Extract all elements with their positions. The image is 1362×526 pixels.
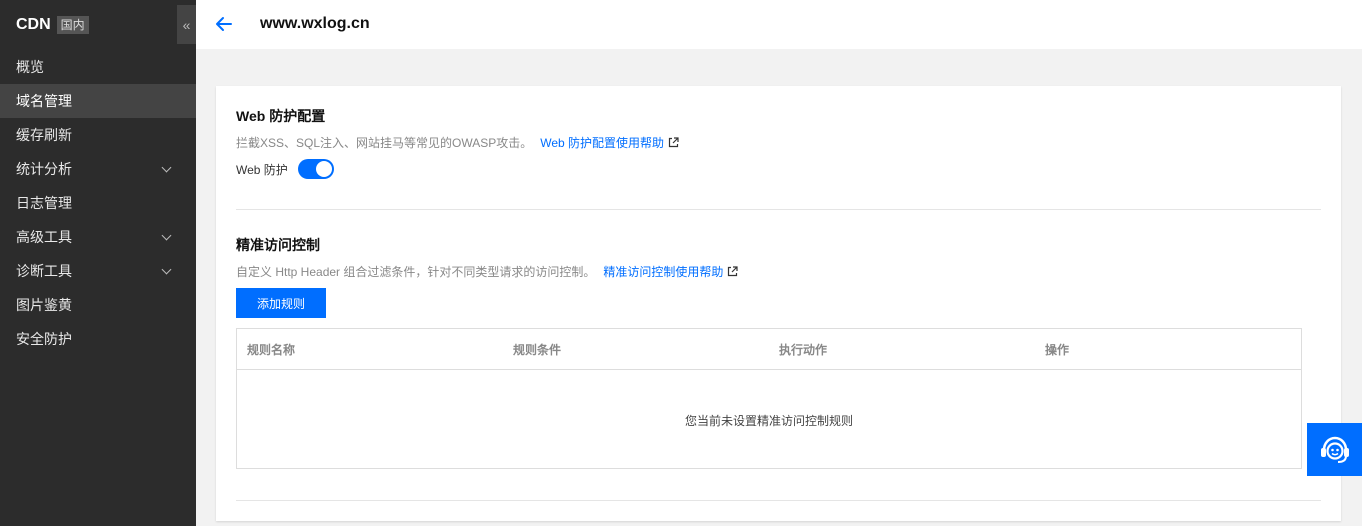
back-arrow-icon[interactable]: [214, 14, 234, 34]
web-protection-help-link[interactable]: Web 防护配置使用帮助: [540, 134, 664, 151]
external-link-icon[interactable]: [668, 137, 679, 148]
column-header-operation: 操作: [1045, 342, 1070, 357]
sidebar-item-label: 缓存刷新: [16, 127, 72, 143]
product-title: CDN: [16, 16, 51, 33]
sidebar-header: CDN 国内 «: [0, 0, 196, 50]
sidebar-item-label: 域名管理: [16, 93, 72, 109]
top-bar: www.wxlog.cn: [196, 0, 1362, 49]
table-header: 规则名称 规则条件 执行动作 操作: [237, 329, 1301, 370]
chevron-down-icon: [161, 264, 172, 274]
bottom-divider: [236, 500, 1321, 501]
sidebar-item-logs[interactable]: 日志管理: [0, 186, 196, 220]
toggle-knob: [315, 161, 332, 177]
settings-card: Web 防护配置 拦截XSS、SQL注入、网站挂马等常见的OWASP攻击。 We…: [216, 86, 1341, 521]
sidebar-item-cache-refresh[interactable]: 缓存刷新: [0, 118, 196, 152]
web-protection-toggle-label: Web 防护: [236, 162, 288, 177]
description-text: 自定义 Http Header 组合过滤条件，针对不同类型请求的访问控制。: [236, 265, 596, 279]
column-header-rule-condition: 规则条件: [513, 342, 562, 357]
web-protection-title: Web 防护配置: [236, 108, 326, 124]
add-rule-button[interactable]: 添加规则: [236, 288, 326, 318]
sidebar-item-security[interactable]: 安全防护: [0, 322, 196, 356]
sidebar-item-label: 统计分析: [16, 161, 72, 177]
sidebar-item-label: 诊断工具: [16, 263, 72, 279]
access-control-title: 精准访问控制: [236, 237, 320, 253]
sidebar-item-overview[interactable]: 概览: [0, 50, 196, 84]
column-header-rule-name: 规则名称: [247, 342, 296, 357]
empty-state-text: 您当前未设置精准访问控制规则: [684, 414, 853, 428]
web-protection-toggle-row: Web 防护: [236, 159, 334, 179]
access-control-description: 自定义 Http Header 组合过滤条件，针对不同类型请求的访问控制。 精准…: [236, 263, 738, 280]
chevron-down-icon: [161, 230, 172, 240]
sidebar-item-label: 概览: [16, 59, 44, 75]
customer-service-icon: [1320, 436, 1349, 463]
web-protection-toggle[interactable]: [297, 159, 334, 179]
sidebar-item-label: 安全防护: [16, 331, 72, 347]
collapse-sidebar-button[interactable]: «: [177, 5, 196, 44]
chevron-down-icon: [161, 162, 172, 172]
sidebar-item-label: 图片鉴黄: [16, 297, 72, 313]
customer-support-button[interactable]: [1307, 423, 1362, 476]
sidebar-item-label: 日志管理: [16, 195, 72, 211]
section-divider: [236, 209, 1321, 210]
sidebar-item-domain-management[interactable]: 域名管理: [0, 84, 196, 118]
sidebar: CDN 国内 « 概览 域名管理 缓存刷新 统计分析 日志管理 高级工具 诊断工…: [0, 0, 196, 526]
sidebar-item-statistics[interactable]: 统计分析: [0, 152, 196, 186]
web-protection-description: 拦截XSS、SQL注入、网站挂马等常见的OWASP攻击。 Web 防护配置使用帮…: [236, 134, 679, 151]
sidebar-item-advanced-tools[interactable]: 高级工具: [0, 220, 196, 254]
external-link-icon[interactable]: [727, 266, 738, 277]
page-title: www.wxlog.cn: [260, 15, 370, 32]
column-header-action: 执行动作: [779, 342, 828, 357]
description-text: 拦截XSS、SQL注入、网站挂马等常见的OWASP攻击。: [236, 136, 533, 150]
sidebar-item-label: 高级工具: [16, 229, 72, 245]
rules-table: 规则名称 规则条件 执行动作 操作 您当前未设置精准访问控制规则: [236, 328, 1302, 469]
sidebar-item-diagnostic-tools[interactable]: 诊断工具: [0, 254, 196, 288]
sidebar-item-image-moderation[interactable]: 图片鉴黄: [0, 288, 196, 322]
region-badge: 国内: [56, 16, 89, 34]
access-control-help-link[interactable]: 精准访问控制使用帮助: [603, 263, 723, 280]
